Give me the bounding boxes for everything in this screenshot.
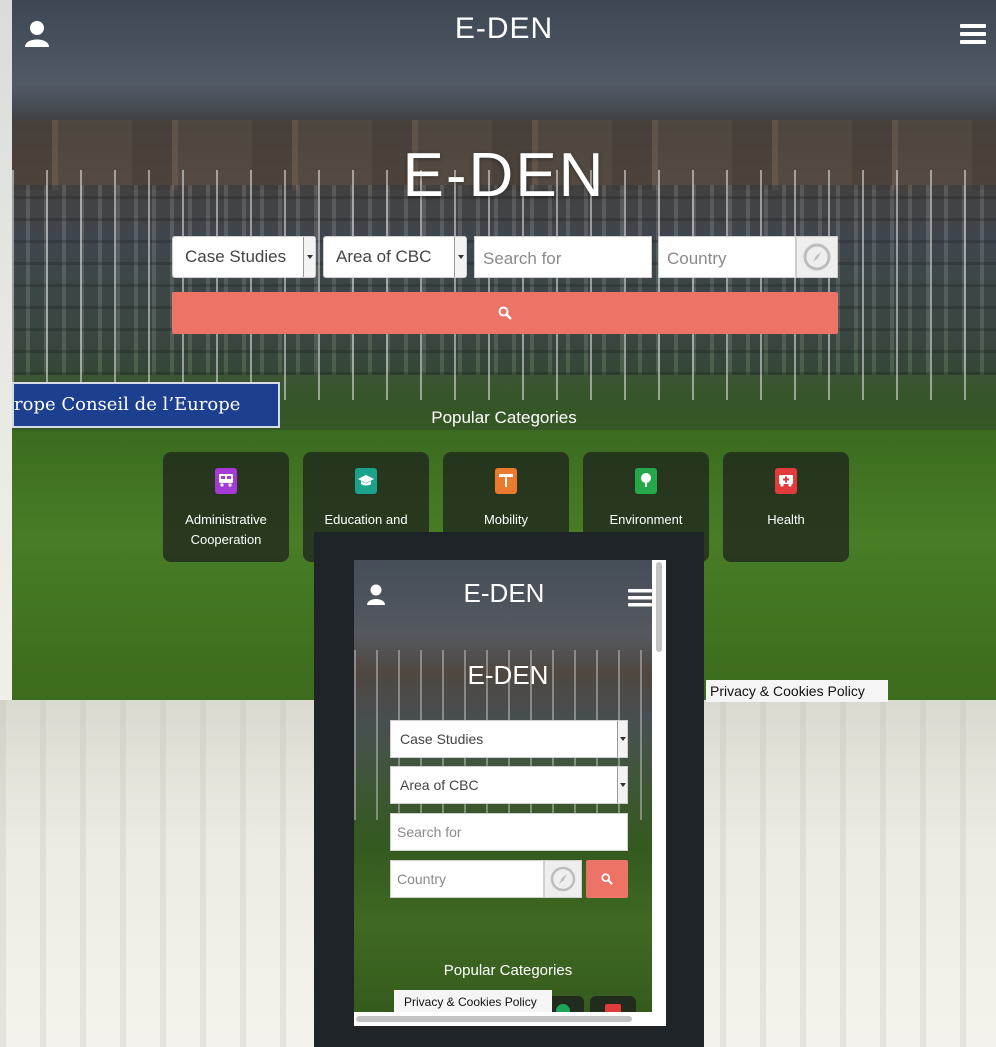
search-placeholder: Search for [397,824,462,840]
scrollbar-thumb[interactable] [356,1016,632,1022]
hamburger-menu-icon[interactable] [628,588,652,608]
site-logo[interactable]: E-DEN [12,12,996,46]
horizontal-scrollbar[interactable] [354,1012,652,1026]
compass-icon [550,866,576,892]
category-label: Health [767,512,805,527]
ambulance-icon [775,468,797,494]
category-label: Environment [609,512,683,527]
road-sign-icon [495,468,517,494]
compass-icon [803,243,831,271]
privacy-cookies-link[interactable]: Privacy & Cookies Policy [394,990,552,1014]
type-select-value: Case Studies [185,247,287,266]
chevron-down-icon [617,767,627,803]
country-input[interactable]: Country [658,236,796,278]
site-logo[interactable]: E-DEN [354,578,654,609]
country-placeholder: Country [397,871,447,887]
hamburger-menu-icon[interactable] [960,22,986,46]
area-select[interactable]: Area of CBC [390,766,628,804]
country-placeholder: Country [667,249,727,268]
graduation-cap-icon [355,468,377,494]
locate-button[interactable] [544,860,582,898]
search-input[interactable]: Search for [390,813,628,851]
search-button[interactable] [172,292,838,334]
area-select-value: Area of CBC [400,777,479,793]
search-input[interactable]: Search for [474,236,652,278]
scrollbar-thumb[interactable] [656,562,662,652]
category-administrative-cooperation[interactable]: Administrative Cooperation [163,452,289,562]
area-select[interactable]: Area of CBC [323,236,467,278]
hero-title: E-DEN [467,660,549,690]
search-button[interactable] [586,860,628,898]
search-placeholder: Search for [483,249,562,268]
bus-icon [215,468,237,494]
vertical-scrollbar[interactable] [652,560,666,1026]
category-health[interactable]: Health [723,452,849,562]
category-label: Administrative Cooperation [185,512,267,547]
area-select-value: Area of CBC [336,247,432,266]
mobile-preview: E-DEN E-DEN Case Studies Area of CBC Sea… [354,560,666,1026]
category-label: Mobility [483,512,529,527]
type-select[interactable]: Case Studies [172,236,316,278]
privacy-cookies-link[interactable]: Privacy & Cookies Policy [706,680,888,702]
category-label: Education and [324,512,408,527]
chevron-down-icon [454,237,466,277]
country-input[interactable]: Country [390,860,544,898]
type-select[interactable]: Case Studies [390,720,628,758]
tree-icon [635,468,657,494]
popular-categories-heading: Popular Categories [443,962,573,979]
popular-categories-heading: Popular Categories [431,408,577,427]
chevron-down-icon [303,237,315,277]
search-icon [601,873,613,885]
locate-button[interactable] [796,236,838,278]
search-icon [498,306,512,320]
type-select-value: Case Studies [400,731,484,747]
chevron-down-icon [617,721,627,757]
hero-title: E-DEN [402,141,606,210]
